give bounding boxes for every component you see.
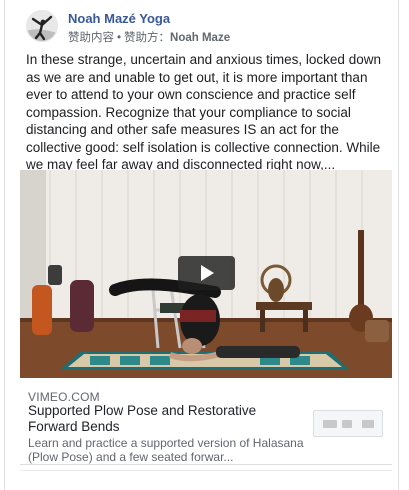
sponsored-post-card: Noah Mazé Yoga 赞助内容 • 赞助方：Noah Maze In the… bbox=[4, 0, 399, 490]
sponsored-label[interactable]: 赞助内容 bbox=[68, 32, 114, 44]
link-description: Learn and practice a supported version o… bbox=[28, 436, 304, 464]
blurred-label bbox=[342, 420, 352, 428]
sponsored-meta: 赞助内容 • 赞助方：Noah Maze bbox=[68, 29, 230, 45]
yoga-avatar-icon bbox=[27, 11, 57, 41]
play-button[interactable] bbox=[178, 256, 235, 290]
cta-button[interactable] bbox=[313, 410, 383, 437]
video-thumbnail[interactable] bbox=[20, 170, 392, 378]
post-header: Noah Mazé Yoga 赞助内容 • 赞助方：Noah Maze bbox=[26, 10, 386, 44]
post-text: In these strange, uncertain and anxious … bbox=[26, 52, 381, 172]
sponsor-name[interactable]: Noah Maze bbox=[170, 32, 230, 44]
blurred-label bbox=[362, 420, 374, 428]
link-preview[interactable]: VIMEO.COM Supported Plow Pose and Restor… bbox=[20, 378, 392, 465]
link-domain: VIMEO.COM bbox=[28, 390, 100, 404]
sponsor-prefix: 赞助方： bbox=[124, 32, 171, 44]
link-title[interactable]: Supported Plow Pose and Restorative Forw… bbox=[28, 403, 308, 434]
blurred-label bbox=[323, 420, 337, 428]
play-icon bbox=[201, 265, 214, 281]
divider bbox=[20, 470, 392, 471]
avatar[interactable] bbox=[26, 10, 58, 42]
meta-separator: • bbox=[117, 32, 122, 44]
page-name-link[interactable]: Noah Mazé Yoga bbox=[68, 11, 170, 26]
